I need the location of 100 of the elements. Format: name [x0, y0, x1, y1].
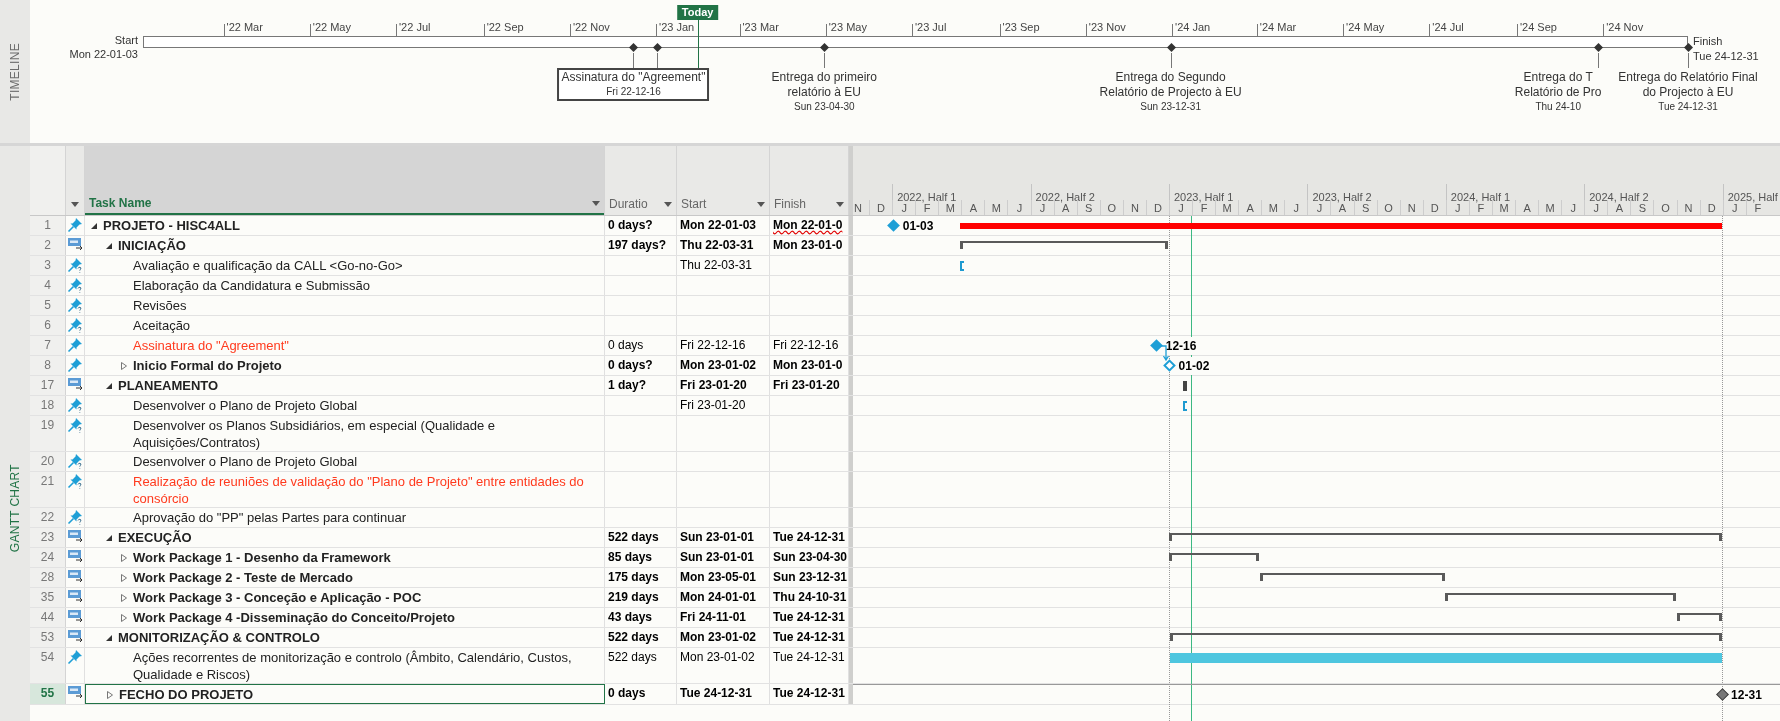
month-label: F [1754, 202, 1762, 215]
column-header-cell[interactable]: Finish [770, 146, 849, 215]
gantt-chart-label: GANTT CHART [7, 464, 23, 553]
splitter-bar[interactable] [849, 336, 853, 355]
milestone-diamond-icon[interactable] [820, 43, 830, 52]
row-number[interactable]: 19 [30, 416, 66, 451]
task-name: Revisões [133, 297, 188, 314]
splitter-bar[interactable] [849, 452, 853, 471]
row-number[interactable]: 35 [30, 588, 66, 607]
column-header-cell[interactable]: Task Name [85, 146, 605, 215]
month-label: J [1316, 202, 1323, 215]
splitter-bar[interactable] [849, 684, 853, 704]
column-header[interactable]: Finish [774, 195, 806, 213]
row-number[interactable]: 5 [30, 296, 66, 315]
column-header[interactable]: Start [681, 195, 707, 213]
splitter-bar[interactable] [849, 256, 853, 275]
row-number[interactable]: 44 [30, 608, 66, 627]
milestone-diamond-icon[interactable] [629, 43, 639, 52]
milestone-diamond-icon[interactable] [1684, 43, 1693, 52]
row-number[interactable]: 4 [30, 276, 66, 295]
splitter-bar[interactable] [849, 568, 853, 587]
row-number[interactable]: 21 [30, 472, 66, 507]
splitter-bar[interactable] [849, 236, 853, 255]
splitter-bar[interactable] [849, 508, 853, 527]
side-tab[interactable]: TIMELINE [0, 0, 30, 143]
expanded-triangle-icon[interactable] [106, 634, 112, 641]
splitter-bar[interactable] [849, 588, 853, 607]
start-cell: Thu 22-03-31 [677, 256, 770, 275]
row-number[interactable]: 8 [30, 356, 66, 375]
timeline-tick-label: '23 Nov [1088, 21, 1126, 34]
row-number[interactable]: 6 [30, 316, 66, 335]
dropdown-caret-icon[interactable] [592, 200, 600, 206]
duration-cell: 0 days [605, 336, 677, 355]
milestone-callout[interactable]: Entrega do Segundo Relatório de Projecto à EU Sun 23-12-31 [1095, 68, 1246, 116]
row-number[interactable]: 7 [30, 336, 66, 355]
row-number[interactable]: 18 [30, 396, 66, 415]
milestone-callout[interactable]: Assinatura do "Agreement" Fri 22-12-16 [557, 68, 710, 101]
row-number[interactable]: 23 [30, 528, 66, 547]
splitter-bar[interactable] [849, 396, 853, 415]
task-bar-icon [66, 549, 84, 562]
splitter-bar[interactable] [849, 608, 853, 627]
month-label: D [1707, 201, 1716, 215]
row-number[interactable]: 3 [30, 256, 66, 275]
row-number[interactable]: 20 [30, 452, 66, 471]
row-number[interactable]: 17 [30, 376, 66, 395]
expanded-triangle-icon[interactable] [91, 222, 97, 229]
collapsed-triangle-icon[interactable] [107, 690, 113, 699]
collapsed-triangle-icon[interactable] [121, 553, 127, 562]
month-label: J [1039, 202, 1046, 215]
expanded-triangle-icon[interactable] [106, 382, 112, 389]
dropdown-caret-icon[interactable] [71, 201, 79, 207]
expanded-triangle-icon[interactable] [106, 534, 112, 541]
splitter-bar[interactable] [849, 276, 853, 295]
collapsed-triangle-icon[interactable] [121, 593, 127, 602]
splitter-bar[interactable] [849, 548, 853, 567]
collapsed-triangle-icon[interactable] [121, 613, 127, 622]
column-header[interactable]: Task Name [89, 194, 152, 212]
collapsed-triangle-icon[interactable] [121, 573, 127, 582]
row-number[interactable]: 53 [30, 628, 66, 647]
splitter-bar[interactable] [849, 296, 853, 315]
row-number[interactable]: 2 [30, 236, 66, 255]
column-header-cell[interactable]: Duratio [605, 146, 677, 215]
milestone-diamond-icon[interactable] [1166, 43, 1176, 52]
column-header[interactable]: Duratio [609, 195, 648, 213]
expanded-triangle-icon[interactable] [106, 242, 112, 249]
splitter-bar[interactable] [849, 628, 853, 647]
splitter-bar[interactable] [849, 376, 853, 395]
select-all-corner[interactable] [30, 146, 66, 215]
splitter-bar[interactable] [849, 356, 853, 375]
column-header-cell[interactable]: Start [677, 146, 770, 215]
timeline-tick-label: '22 Nov [572, 21, 610, 34]
dropdown-caret-icon[interactable] [836, 201, 844, 207]
splitter-bar[interactable] [849, 648, 853, 683]
splitter-bar[interactable] [849, 216, 853, 235]
milestone-callout[interactable]: Entrega do primeiro relatório à EU Sun 23-04-30 [767, 68, 881, 116]
row-number[interactable]: 24 [30, 548, 66, 567]
row-number[interactable]: 22 [30, 508, 66, 527]
milestone-diamond-icon[interactable] [1593, 43, 1603, 52]
timeline-label: TIMELINE [7, 42, 23, 101]
splitter-bar[interactable] [849, 416, 853, 451]
dropdown-caret-icon[interactable] [664, 201, 672, 207]
task-bar-icon [66, 685, 84, 698]
row-number[interactable]: 28 [30, 568, 66, 587]
start-bracket-icon [959, 261, 964, 271]
splitter-bar[interactable] [849, 528, 853, 547]
row-number[interactable]: 1 [30, 216, 66, 235]
milestone-callout[interactable]: Entrega do T Relatório de Pro Thu 24-10 [1510, 68, 1606, 116]
row-number[interactable]: 54 [30, 648, 66, 683]
collapsed-triangle-icon[interactable] [121, 361, 127, 370]
row-number[interactable]: 55 [30, 684, 66, 704]
splitter-bar[interactable] [849, 316, 853, 335]
milestone-callout[interactable]: Entrega do Relatório Final do Projecto à EU Tue 24-12-31 [1614, 68, 1762, 116]
side-tab[interactable]: GANTT CHART [0, 146, 30, 721]
task-name-cell[interactable]: FECHO DO PROJETO [85, 684, 605, 704]
dropdown-caret-icon[interactable] [757, 201, 765, 207]
start-cell: Tue 24-12-31 [677, 684, 770, 704]
splitter-bar[interactable] [849, 472, 853, 507]
milestone-date-label: 12-16 [1164, 337, 1198, 355]
timeline-tick-label: '23 Mar [742, 21, 779, 34]
milestone-diamond-icon[interactable] [653, 43, 663, 52]
